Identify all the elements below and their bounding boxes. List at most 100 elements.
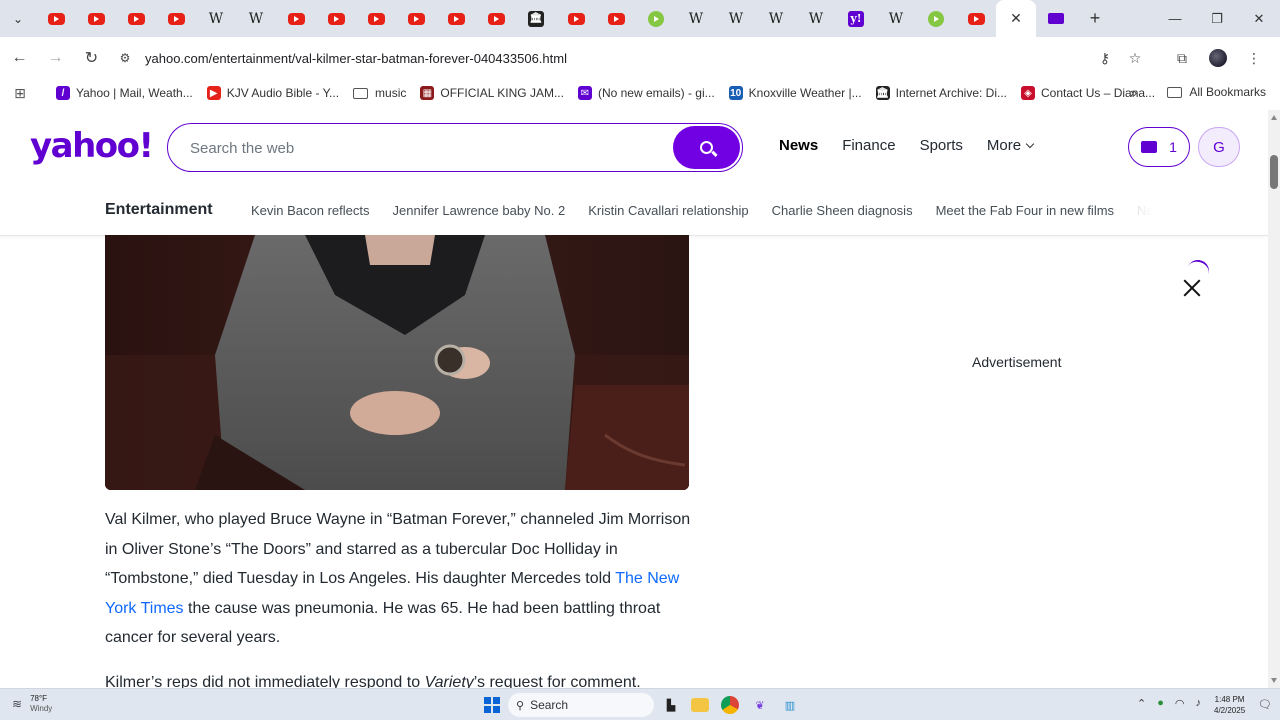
- youtube-icon: [167, 12, 185, 25]
- search-input[interactable]: [190, 136, 660, 160]
- trending-link[interactable]: Jennifer Lawrence baby No. 2: [393, 203, 566, 218]
- browser-menu-icon[interactable]: ⋮: [1236, 50, 1272, 67]
- bookmark-item[interactable]: ✉ (No new emails) - gi...: [577, 86, 715, 100]
- search-icon: ⚲: [516, 699, 525, 712]
- article-body: Val Kilmer, who played Bruce Wayne in “B…: [105, 505, 695, 688]
- browser-tab[interactable]: W: [236, 0, 276, 37]
- browser-tab[interactable]: [36, 0, 76, 37]
- nav-news[interactable]: News: [779, 137, 818, 154]
- browser-tab[interactable]: [956, 0, 996, 37]
- article-photo: [105, 235, 689, 490]
- app-chart-icon[interactable]: ▥: [781, 696, 799, 714]
- browser-tab[interactable]: [436, 0, 476, 37]
- yahoo-mail-icon: [1048, 13, 1064, 24]
- onedrive-icon[interactable]: ●: [1157, 697, 1164, 710]
- browser-tab[interactable]: [636, 0, 676, 37]
- extensions-icon[interactable]: ⧉: [1164, 50, 1200, 67]
- scrollbar-thumb[interactable]: [1270, 155, 1278, 189]
- browser-tab[interactable]: W: [716, 0, 756, 37]
- browser-tab[interactable]: [316, 0, 356, 37]
- browser-tab[interactable]: [356, 0, 396, 37]
- mail-button[interactable]: 1: [1128, 127, 1190, 167]
- bookmark-item[interactable]: music: [353, 86, 406, 100]
- browser-tab[interactable]: [596, 0, 636, 37]
- trending-link[interactable]: Meet the Fab Four in new films: [936, 203, 1114, 218]
- bookmarks-overflow-icon[interactable]: »: [1130, 85, 1137, 100]
- browser-tab[interactable]: ✕: [996, 0, 1036, 37]
- browser-tab[interactable]: [1036, 0, 1076, 37]
- new-tab-button[interactable]: +: [1076, 8, 1114, 29]
- volume-icon[interactable]: ♪: [1195, 697, 1201, 710]
- yahoo-icon: /: [56, 86, 70, 100]
- nav-more[interactable]: More: [987, 137, 1035, 154]
- close-ad-icon[interactable]: [1182, 278, 1202, 298]
- search-button[interactable]: [673, 126, 740, 169]
- top-nav: News Finance Sports More: [779, 137, 1057, 154]
- file-explorer-icon[interactable]: [691, 698, 709, 712]
- internet-archive-icon: 🏛: [875, 86, 890, 100]
- tray-chevron-icon[interactable]: ⌃: [1137, 697, 1146, 710]
- browser-tab[interactable]: y!: [836, 0, 876, 37]
- task-view-icon[interactable]: ▙: [662, 696, 680, 714]
- omnibox[interactable]: ⚙ yahoo.com/entertainment/val-kilmer-sta…: [110, 41, 1150, 75]
- browser-tab[interactable]: [116, 0, 156, 37]
- browser-tab[interactable]: [156, 0, 196, 37]
- bookmark-item[interactable]: 🏛 Internet Archive: Di...: [875, 86, 1007, 100]
- minimize-icon[interactable]: —: [1154, 0, 1196, 37]
- browser-tab[interactable]: W: [676, 0, 716, 37]
- apps-grid-icon[interactable]: ⊞: [0, 85, 40, 102]
- wikipedia-icon: W: [208, 10, 224, 27]
- wikipedia-icon: W: [728, 10, 744, 27]
- trending-link[interactable]: Kevin Bacon reflects: [251, 203, 370, 218]
- scroll-down-icon[interactable]: [1271, 678, 1277, 683]
- browser-tab[interactable]: [76, 0, 116, 37]
- forward-icon[interactable]: →: [39, 42, 72, 74]
- nav-finance[interactable]: Finance: [842, 137, 895, 154]
- chrome-icon[interactable]: [721, 696, 739, 714]
- wifi-icon[interactable]: ◠: [1175, 697, 1185, 710]
- window-close-icon[interactable]: ✕: [1238, 0, 1280, 37]
- all-bookmarks-button[interactable]: All Bookmarks: [1167, 85, 1266, 99]
- taskbar-search[interactable]: ⚲ Search: [508, 693, 654, 717]
- bookmark-item[interactable]: ▦ OFFICIAL KING JAM...: [420, 86, 564, 100]
- youtube-icon: [487, 12, 505, 25]
- browser-tab[interactable]: [276, 0, 316, 37]
- bookmark-item[interactable]: ▶ KJV Audio Bible - Y...: [206, 86, 339, 100]
- profile-avatar[interactable]: [1209, 49, 1227, 67]
- weather-widget[interactable]: ≋ 78°F Windy: [12, 694, 52, 714]
- browser-tab[interactable]: W: [876, 0, 916, 37]
- browser-tab[interactable]: [916, 0, 956, 37]
- browser-tab[interactable]: 🏛: [516, 0, 556, 37]
- nav-sports[interactable]: Sports: [920, 137, 963, 154]
- back-icon[interactable]: ←: [3, 42, 36, 74]
- windows-start-icon[interactable]: [484, 697, 500, 713]
- youtube-icon: [327, 12, 345, 25]
- tab-search-chevron-icon[interactable]: ⌄: [0, 0, 36, 37]
- trending-link[interactable]: Kristin Cavallari relationship: [588, 203, 748, 218]
- page-scrollbar[interactable]: [1268, 110, 1280, 688]
- restore-icon[interactable]: ❐: [1196, 0, 1238, 37]
- browser-tab[interactable]: W: [796, 0, 836, 37]
- browser-tab[interactable]: [476, 0, 516, 37]
- chevron-down-icon: [1025, 139, 1035, 149]
- scroll-up-icon[interactable]: [1271, 115, 1277, 120]
- user-avatar-button[interactable]: G: [1198, 127, 1240, 167]
- section-title[interactable]: Entertainment: [105, 201, 213, 219]
- tab-strip: ⌄ W W 🏛 W W W Wy! W ✕ +: [0, 0, 1280, 37]
- password-key-icon[interactable]: ⚷: [1090, 50, 1120, 67]
- browser-tab[interactable]: [396, 0, 436, 37]
- yahoo-logo[interactable]: yahoo!: [30, 126, 154, 166]
- reload-icon[interactable]: ↻: [75, 42, 108, 74]
- clock[interactable]: 1:48 PM 4/2/2025: [1214, 694, 1245, 716]
- site-settings-icon[interactable]: ⚙: [110, 51, 140, 65]
- browser-tab[interactable]: [556, 0, 596, 37]
- app-feather-icon[interactable]: ❦: [751, 696, 769, 714]
- notification-icon[interactable]: 🗨: [1258, 698, 1272, 711]
- browser-tab[interactable]: W: [756, 0, 796, 37]
- url-text[interactable]: yahoo.com/entertainment/val-kilmer-star-…: [145, 51, 567, 66]
- bookmark-item[interactable]: / Yahoo | Mail, Weath...: [56, 86, 193, 100]
- bookmark-star-icon[interactable]: ☆: [1120, 50, 1150, 67]
- trending-link[interactable]: Charlie Sheen diagnosis: [772, 203, 913, 218]
- browser-tab[interactable]: W: [196, 0, 236, 37]
- bookmark-item[interactable]: 10 Knoxville Weather |...: [728, 86, 862, 100]
